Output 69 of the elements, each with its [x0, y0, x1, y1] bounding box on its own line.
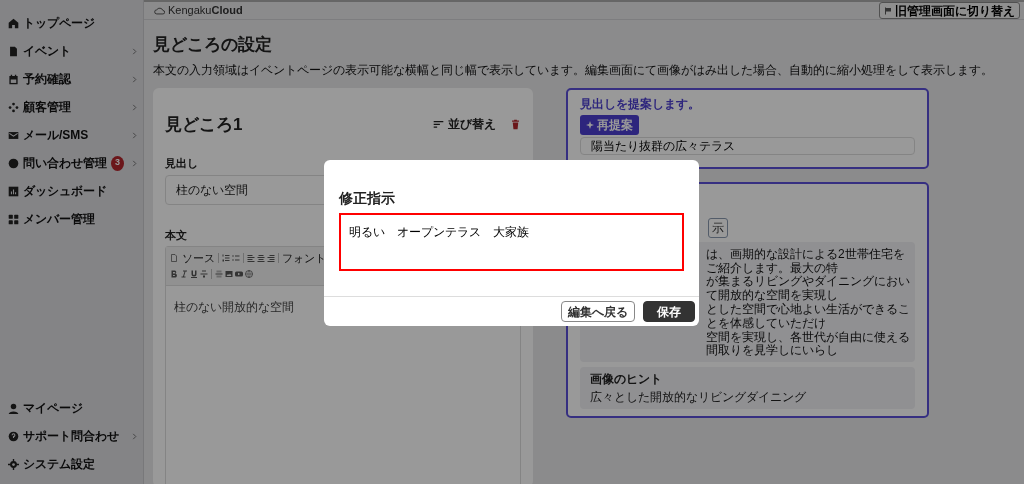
sort-button[interactable]: 並び替え: [433, 115, 496, 134]
switch-button[interactable]: 旧管理画面に切り替え: [879, 2, 1020, 19]
text-line: 空間を実現し、各世代が自由に使える間取りを見学しにいらし: [706, 330, 911, 359]
sidebar-item[interactable]: イベント: [0, 37, 143, 65]
field-label: 見出し: [165, 156, 198, 171]
page-title: 見どころの設定: [153, 34, 273, 56]
chevron-icon: [131, 159, 138, 167]
chevron-icon: [131, 47, 138, 55]
suggestion-field[interactable]: 陽当たり抜群の広々テラス: [580, 136, 915, 155]
home-icon: [8, 17, 19, 29]
trash-icon[interactable]: [510, 118, 521, 130]
regenerate-button[interactable]: 再提案: [580, 114, 639, 135]
sidebar-item[interactable]: メール/SMS: [0, 121, 143, 149]
source-button[interactable]: ソース: [170, 249, 215, 267]
person-icon: [8, 402, 19, 414]
font-button[interactable]: フォント: [282, 249, 326, 267]
video-icon: [235, 270, 243, 278]
underline-icon: [190, 270, 198, 278]
document-icon: [170, 254, 178, 262]
count-badge: 3: [111, 155, 124, 171]
globe-icon: [245, 270, 253, 278]
sort-icon: [433, 118, 444, 130]
text-line: が集まるリビングやダイニングにおいて開放的な空間を実現し: [706, 275, 911, 303]
flag-icon: [884, 6, 892, 15]
image-icon: [225, 270, 233, 278]
text-button[interactable]: 示: [708, 217, 728, 238]
text-line: は、画期的な設計による2世帯住宅をご紹介します。最大の特: [706, 247, 906, 275]
chevron-icon: [131, 432, 138, 440]
align-center-icon: [257, 254, 265, 262]
hint-text: 広々とした開放的なリビングダイニング: [590, 388, 807, 406]
logo-text: KengakuCloud: [168, 3, 243, 19]
sidebar-item[interactable]: 顧客管理: [0, 93, 143, 121]
chevron-icon: [131, 103, 138, 111]
grid-icon: [8, 213, 19, 225]
question-icon: [8, 430, 19, 442]
sidebar-item[interactable]: サポート問合わせ: [0, 422, 143, 450]
sparkle-icon: [586, 120, 594, 129]
card-title: 見出しを提案します。: [580, 95, 701, 113]
cloud-icon: [154, 5, 165, 16]
bullet-list-icon: [232, 254, 240, 262]
chevron-icon: [131, 131, 138, 139]
sidebar-item[interactable]: 問い合わせ管理 3: [0, 149, 143, 177]
instruction-field[interactable]: 明るい オープンテラス 大家族: [339, 213, 684, 271]
bold-icon: [170, 270, 178, 278]
calendar-icon: [8, 73, 19, 85]
save-button[interactable]: 保存: [643, 301, 695, 322]
sidebar-item[interactable]: メンバー管理: [0, 205, 143, 233]
chevron-icon: [131, 75, 138, 83]
text-line: とした空間で心地よい生活ができることを体感していただけ: [706, 303, 911, 331]
strikethrough-icon: [200, 270, 208, 278]
back-button[interactable]: 編集へ戻る: [561, 301, 635, 322]
card-title: 見どころ1: [165, 113, 243, 136]
modal-title: 修正指示: [339, 189, 396, 208]
sidebar-item[interactable]: ダッシュボード: [0, 177, 143, 205]
italic-icon: [180, 270, 188, 278]
field-label: 本文: [165, 227, 187, 243]
align-left-icon: [247, 254, 255, 262]
sidebar-item[interactable]: マイページ: [0, 394, 143, 422]
people-icon: [8, 101, 19, 113]
numbered-list-icon: [222, 254, 230, 262]
mail-icon: [8, 129, 19, 141]
hint-label: 画像のヒント: [590, 370, 663, 388]
sidebar-item[interactable]: システム設定: [0, 450, 143, 478]
document-icon: [8, 45, 19, 57]
chart-icon: [8, 185, 19, 197]
sidebar-item[interactable]: 予約確認: [0, 65, 143, 93]
sidebar-item[interactable]: トップページ: [0, 9, 143, 37]
align-right-icon: [267, 254, 275, 262]
page-description: 本文の入力領域はイベントページの表示可能な横幅と同じ幅で表示しています。編集画面にて画像がはみ出した場合、自動的に縮小処理をして表示します。: [153, 61, 994, 79]
